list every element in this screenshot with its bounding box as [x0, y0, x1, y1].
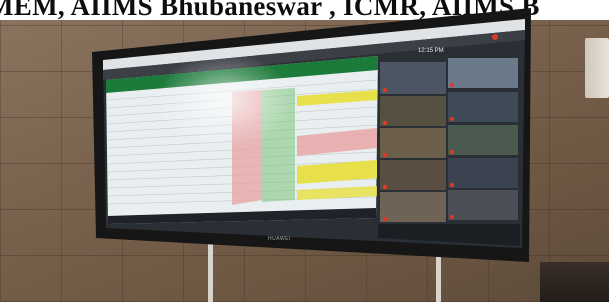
mute-badge-icon — [382, 152, 388, 158]
video-tile — [380, 62, 446, 94]
video-tile — [448, 125, 518, 155]
tv-brand-label: HUAWEI — [268, 236, 291, 242]
mute-badge-icon — [449, 116, 455, 122]
highlight-green-column — [262, 88, 295, 202]
highlight-pink-column — [232, 90, 262, 205]
mute-badge-icon — [449, 82, 455, 88]
mute-badge-icon — [449, 149, 455, 155]
video-tile — [380, 128, 446, 158]
video-tile — [380, 192, 446, 222]
video-tile — [448, 58, 518, 88]
meeting-clock: 12:15 PM — [418, 48, 444, 54]
mute-badge-icon — [449, 182, 455, 188]
wall-mounted-tv: 12:15 PM HUAWEI — [0, 0, 609, 302]
video-tile — [448, 158, 518, 188]
video-tile — [448, 92, 518, 122]
video-tile — [448, 190, 518, 220]
video-tile — [380, 96, 446, 126]
mute-badge-icon — [382, 216, 388, 222]
mute-badge-icon — [382, 87, 388, 93]
end-call-icon — [492, 34, 498, 40]
mute-badge-icon — [382, 120, 388, 126]
video-grid — [380, 58, 518, 222]
mute-badge-icon — [382, 184, 388, 190]
video-tile — [380, 160, 446, 190]
tv-illustration — [92, 8, 531, 262]
mute-badge-icon — [449, 214, 455, 220]
